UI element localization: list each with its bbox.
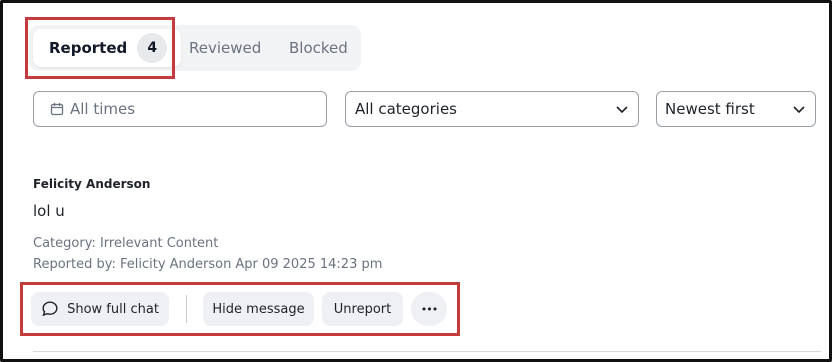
show-full-chat-button[interactable]: Show full chat [31, 292, 169, 326]
category-select-value: All categories [355, 100, 457, 118]
tab-reported-label: Reported [49, 39, 128, 57]
unreport-label: Unreport [333, 301, 392, 317]
reported-by-text: Reported by: Felicity Anderson [33, 257, 232, 272]
tab-reviewed[interactable]: Reviewed [189, 25, 261, 71]
tab-blocked-label: Blocked [289, 39, 348, 57]
sort-select-value: Newest first [665, 100, 755, 118]
moderation-panel: Reported 4 Reviewed Blocked All times Al… [0, 0, 832, 362]
tab-reviewed-label: Reviewed [189, 39, 262, 57]
date-range-value: All times [70, 100, 136, 118]
calendar-icon [50, 102, 64, 116]
tab-reported-count-badge: 4 [137, 33, 168, 63]
chat-bubble-icon [41, 300, 59, 318]
more-actions-button[interactable]: ••• [411, 292, 447, 326]
report-reporter-line: Reported by: Felicity Anderson Apr 09 202… [33, 257, 382, 272]
report-author-name: Felicity Anderson [33, 177, 151, 191]
hide-message-label: Hide message [212, 301, 305, 317]
hide-message-button[interactable]: Hide message [203, 292, 314, 326]
item-divider [33, 351, 821, 352]
tab-bar: Reported 4 Reviewed Blocked [29, 25, 361, 71]
date-range-filter[interactable]: All times [33, 91, 327, 127]
report-category: Category: Irrelevant Content [33, 236, 219, 251]
more-horizontal-icon: ••• [420, 302, 438, 316]
reported-at-timestamp: Apr 09 2025 14:23 pm [235, 257, 383, 272]
tab-reported[interactable]: Reported 4 [33, 29, 182, 67]
chevron-down-icon [615, 102, 629, 116]
category-select[interactable]: All categories [345, 91, 639, 127]
chevron-down-icon [792, 102, 806, 116]
action-separator [186, 295, 187, 323]
tab-blocked[interactable]: Blocked [289, 25, 348, 71]
unreport-button[interactable]: Unreport [322, 292, 403, 326]
sort-select[interactable]: Newest first [656, 91, 816, 127]
show-full-chat-label: Show full chat [67, 301, 159, 317]
reported-message-text: lol u [33, 202, 65, 220]
